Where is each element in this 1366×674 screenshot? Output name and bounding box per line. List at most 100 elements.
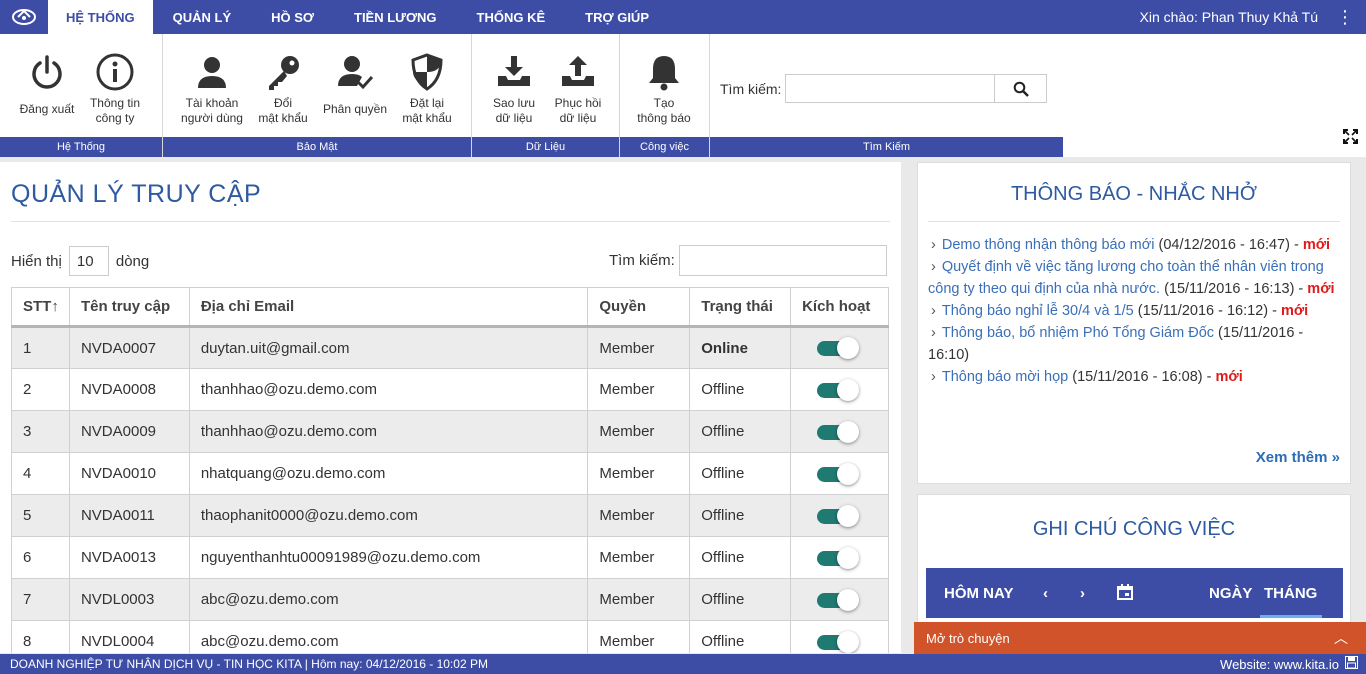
search-icon[interactable] [995, 74, 1048, 103]
next-chevron-icon[interactable]: › [1080, 585, 1085, 602]
cell-status: Offline [689, 578, 792, 621]
ribbon-group-security: Tài khoản người dùng Đổi mật khẩu Phân q… [163, 34, 472, 157]
cell-username: NVDL0003 [68, 578, 190, 621]
fullscreen-icon[interactable] [1343, 129, 1358, 149]
notice-link[interactable]: Thông báo nghỉ lễ 30/4 và 1/5 [942, 303, 1134, 319]
table-search-input[interactable] [678, 245, 887, 276]
key-icon [263, 48, 303, 96]
tab-ho-so[interactable]: HỒ SƠ [251, 0, 334, 34]
website-link[interactable]: Website: www.kita.io [1220, 657, 1339, 672]
active-toggle[interactable] [817, 630, 860, 653]
page-size-select[interactable]: 10 [68, 246, 109, 276]
column-header-active[interactable]: Kích hoạt [790, 287, 889, 328]
double-chevron-right-icon: » [1331, 449, 1340, 466]
table-row[interactable]: 5 NVDA0011 thaophanit0000@ozu.demo.com Memb… [11, 494, 889, 537]
cell-stt: 8 [11, 620, 70, 653]
new-badge: mới [1280, 303, 1309, 319]
cell-role: Member [587, 410, 691, 453]
user-account-button[interactable]: Tài khoản người dùng [177, 48, 247, 137]
access-table: STT↑ Tên truy cập Địa chỉ Email Quyền Tr… [11, 287, 889, 653]
active-toggle[interactable] [817, 546, 860, 569]
day-view-button[interactable]: NGÀY [1209, 585, 1252, 602]
table-row[interactable]: 7 NVDL0003 abc@ozu.demo.com Member Offline [11, 578, 889, 621]
active-toggle[interactable] [817, 337, 860, 359]
status-footer: DOANH NGHIỆP TƯ NHÂN DỊCH VỤ - TIN HỌC K… [0, 654, 1366, 674]
cell-active [790, 410, 889, 453]
user-account-label-2: người dùng [181, 111, 243, 125]
cell-stt: 4 [11, 452, 70, 495]
notice-link[interactable]: Thông báo, bổ nhiệm Phó Tổng Giám Đốc [942, 325, 1214, 341]
notice-link[interactable]: Demo thông nhận thông báo mới [942, 237, 1155, 253]
backup-label-1: Sao lưu [492, 96, 536, 110]
notice-date: (04/12/2016 - 16:47) - [1154, 237, 1299, 253]
chat-bar[interactable]: Mở trò chuyện ︿ [914, 622, 1366, 654]
today-button[interactable]: HÔM NAY [944, 585, 1013, 602]
logout-button[interactable]: Đăng xuất [14, 48, 80, 137]
tab-thong-ke[interactable]: THỐNG KÊ [457, 0, 566, 34]
chevron-right-icon: › [931, 369, 936, 385]
tab-tien-luong[interactable]: TIỀN LƯƠNG [334, 0, 457, 34]
active-toggle[interactable] [817, 420, 860, 443]
create-notice-button[interactable]: Tạo thông báo [628, 48, 700, 137]
table-search-label: Tìm kiếm: [609, 252, 675, 269]
sort-indicator: ↑ [51, 298, 59, 315]
tab-tro-giup[interactable]: TRỢ GIÚP [565, 0, 669, 34]
column-header-email[interactable]: Địa chỉ Email [188, 287, 589, 328]
table-row[interactable]: 1 NVDA0007 duytan.uit@gmail.com Member Onlin… [11, 326, 889, 369]
active-toggle[interactable] [817, 378, 860, 401]
new-badge: mới [1302, 237, 1331, 253]
calendar-icon[interactable] [1117, 584, 1133, 604]
group-label-security: Bảo Mật [163, 137, 471, 157]
toggle-knob [837, 462, 860, 485]
tab-quan-ly[interactable]: QUẢN LÝ [153, 0, 252, 34]
company-info-button[interactable]: Thông tin công ty [80, 48, 150, 137]
ribbon-search-input[interactable] [785, 74, 996, 103]
prev-chevron-icon[interactable]: ‹ [1043, 585, 1048, 602]
ribbon-group-data: Sao lưu dữ liệu Phục hồi dữ liệu Dữ Liệu [472, 34, 620, 157]
ribbon-group-search: Tìm kiếm: Tìm Kiếm [710, 34, 1063, 157]
more-menu-icon[interactable]: ⋮ [1336, 0, 1366, 34]
table-row[interactable]: 8 NVDL0004 abc@ozu.demo.com Member Offline [11, 620, 889, 653]
toggle-knob [837, 337, 860, 359]
company-info-label-2: công ty [95, 111, 135, 125]
column-header-stt[interactable]: STT↑ [11, 287, 70, 328]
notice-item: › Thông báo, bổ nhiệm Phó Tổng Giám Đốc (… [928, 322, 1342, 366]
active-toggle[interactable] [817, 462, 860, 485]
cell-role: Member [587, 326, 691, 369]
cell-stt: 1 [11, 326, 70, 369]
backup-button[interactable]: Sao lưu dữ liệu [482, 48, 546, 137]
permissions-button[interactable]: Phân quyền [319, 48, 391, 137]
cell-active [790, 620, 889, 653]
cell-stt: 2 [11, 368, 70, 411]
cell-email: thanhhao@ozu.demo.com [188, 368, 589, 411]
table-row[interactable]: 2 NVDA0008 thanhhao@ozu.demo.com Member Offl… [11, 368, 889, 411]
change-password-button[interactable]: Đổi mật khẩu [247, 48, 319, 137]
active-toggle[interactable] [817, 588, 860, 611]
page-size-control: Hiển thị 10 dòng [11, 246, 149, 276]
chevron-up-icon[interactable]: ︿ [1334, 628, 1348, 648]
month-view-button[interactable]: THÁNG [1264, 585, 1317, 602]
cell-stt: 7 [11, 578, 70, 621]
column-header-role[interactable]: Quyền [587, 287, 691, 328]
see-more-link[interactable]: Xem thêm » [1256, 449, 1340, 466]
column-header-username[interactable]: Tên truy cập [68, 287, 190, 328]
rows-label: dòng [115, 252, 150, 270]
reset-password-button[interactable]: Đặt lại mật khẩu [391, 48, 463, 137]
table-row[interactable]: 3 NVDA0009 thanhhao@ozu.demo.com Member Offl… [11, 410, 889, 453]
app-logo-icon[interactable] [0, 0, 48, 34]
toggle-knob [837, 504, 860, 527]
cell-email: nhatquang@ozu.demo.com [188, 452, 589, 495]
calendar-toolbar: HÔM NAY ‹ › NGÀY THÁNG [926, 568, 1343, 618]
notice-item: › Quyết định về việc tăng lương cho toàn … [928, 256, 1342, 300]
active-toggle[interactable] [817, 504, 860, 527]
tab-he-thong[interactable]: HỆ THỐNG [48, 0, 153, 34]
table-row[interactable]: 6 NVDA0013 nguyenthanhtu00091989@ozu.demo.… [11, 536, 889, 579]
notice-link[interactable]: Thông báo mời họp [942, 369, 1068, 385]
user-greeting[interactable]: Xin chào: Phan Thuy Khả Tú [1140, 0, 1337, 34]
stt-header-label: STT [23, 298, 52, 315]
table-row[interactable]: 4 NVDA0010 nhatquang@ozu.demo.com Member Off… [11, 452, 889, 495]
download-tray-icon [494, 48, 534, 96]
save-icon[interactable] [1345, 656, 1358, 672]
column-header-status[interactable]: Trạng thái [689, 287, 792, 328]
restore-button[interactable]: Phục hồi dữ liệu [546, 48, 610, 137]
